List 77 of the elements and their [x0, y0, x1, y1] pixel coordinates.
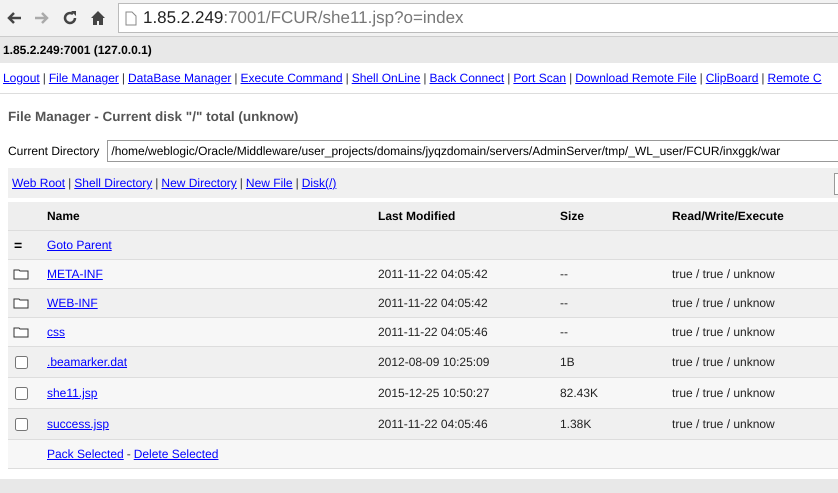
- reload-icon[interactable]: [62, 10, 78, 26]
- table-cell-text: --: [560, 267, 569, 281]
- nav-link[interactable]: Port Scan: [513, 71, 566, 85]
- separator: |: [761, 71, 765, 85]
- separator: |: [42, 71, 46, 85]
- nav-link[interactable]: Logout: [3, 71, 40, 85]
- folder-icon: [13, 268, 29, 280]
- address-bar[interactable]: 1.85.2.249:7001/FCUR/she11.jsp?o=index: [118, 3, 838, 33]
- separator: |: [234, 71, 238, 85]
- action-link[interactable]: Delete Selected: [134, 447, 218, 461]
- table-cell-text: 2015-12-25 10:50:27: [378, 386, 490, 400]
- nav-link[interactable]: ClipBoard: [706, 71, 758, 85]
- toolbar-link[interactable]: New File: [246, 176, 293, 190]
- file-link[interactable]: css: [47, 325, 65, 339]
- table-cell-text: 2011-11-22 04:05:46: [378, 417, 489, 431]
- separator: |: [423, 71, 427, 85]
- nav-link[interactable]: Shell OnLine: [352, 71, 420, 85]
- toolbar-link[interactable]: Disk(/): [302, 176, 336, 190]
- nav-link[interactable]: Remote C: [768, 71, 822, 85]
- parent-marker: =: [13, 237, 24, 253]
- table-cell-text: true / true / unknow: [672, 267, 776, 281]
- page-icon: [125, 10, 137, 26]
- checkbox[interactable]: [15, 418, 28, 430]
- nav-link[interactable]: Download Remote File: [575, 71, 697, 85]
- table-cell-text: true / true / unknow: [672, 325, 776, 339]
- table-cell-text: --: [560, 325, 569, 339]
- separator: |: [507, 71, 510, 85]
- table-cell-text: 2011-11-22 04:05:42: [378, 267, 489, 281]
- back-icon[interactable]: [6, 11, 22, 25]
- column-header: Size: [560, 209, 586, 223]
- toolbar-link[interactable]: Web Root: [12, 176, 66, 190]
- field-label: Current Directory: [8, 144, 100, 158]
- separator: |: [569, 71, 572, 85]
- checkbox[interactable]: [15, 356, 28, 368]
- home-icon[interactable]: [90, 10, 106, 26]
- file-link[interactable]: success.jsp: [47, 417, 110, 431]
- table-cell-text: true / true / unknow: [672, 386, 776, 400]
- separator: |: [700, 71, 703, 85]
- table-cell-text: 1.38K: [560, 417, 592, 431]
- nav-link[interactable]: File Manager: [48, 71, 119, 85]
- column-header: Name: [47, 209, 81, 223]
- table-cell-text: 82.43K: [560, 386, 600, 400]
- separator: -: [126, 447, 131, 461]
- nav-link[interactable]: Back Connect: [430, 71, 504, 85]
- file-link[interactable]: Goto Parent: [47, 238, 112, 252]
- table-cell-text: true / true / unknow: [672, 296, 776, 310]
- file-link[interactable]: WEB-INF: [47, 296, 98, 310]
- table-cell-text: true / true / unknow: [672, 355, 776, 369]
- separator: |: [68, 176, 72, 190]
- folder-icon: [13, 297, 29, 309]
- action-link[interactable]: Pack Selected: [47, 447, 124, 461]
- table-cell-text: 2011-11-22 04:05:46: [378, 325, 489, 339]
- separator: |: [296, 176, 299, 190]
- nav-link[interactable]: DataBase Manager: [128, 71, 232, 85]
- input-field[interactable]: [834, 173, 838, 195]
- host-address: 1.85.2.249:7001 (127.0.0.1): [3, 43, 152, 57]
- table-cell-text: 2012-08-09 10:25:09: [378, 355, 490, 369]
- nav-link[interactable]: Execute Command: [240, 71, 343, 85]
- separator: |: [346, 71, 349, 85]
- column-header: Read/Write/Execute: [672, 209, 785, 223]
- column-header: Last Modified: [378, 209, 456, 223]
- file-link[interactable]: META-INF: [47, 267, 103, 281]
- separator: |: [122, 71, 125, 85]
- file-link[interactable]: she11.jsp: [47, 386, 98, 400]
- table-cell-text: true / true / unknow: [672, 417, 776, 431]
- table-cell-text: 1B: [560, 355, 576, 369]
- table-cell-text: 2011-11-22 04:05:42: [378, 296, 489, 310]
- directory-field[interactable]: /home/weblogic/Oracle/Middleware/user_projects/domains/jyqzdomain/servers/AdminServer/tmp/_WL_user/FCUR/inxggk/war: [107, 140, 838, 162]
- toolbar-link[interactable]: Shell Directory: [74, 176, 152, 190]
- separator: |: [155, 176, 158, 190]
- separator: |: [240, 176, 243, 190]
- folder-icon: [13, 326, 29, 338]
- toolbar-link[interactable]: New Directory: [161, 176, 237, 190]
- page-title: File Manager - Current disk "/" total (unknow): [7, 108, 300, 126]
- table-cell-text: --: [560, 296, 569, 310]
- file-link[interactable]: .beamarker.dat: [47, 355, 128, 369]
- checkbox[interactable]: [15, 386, 28, 400]
